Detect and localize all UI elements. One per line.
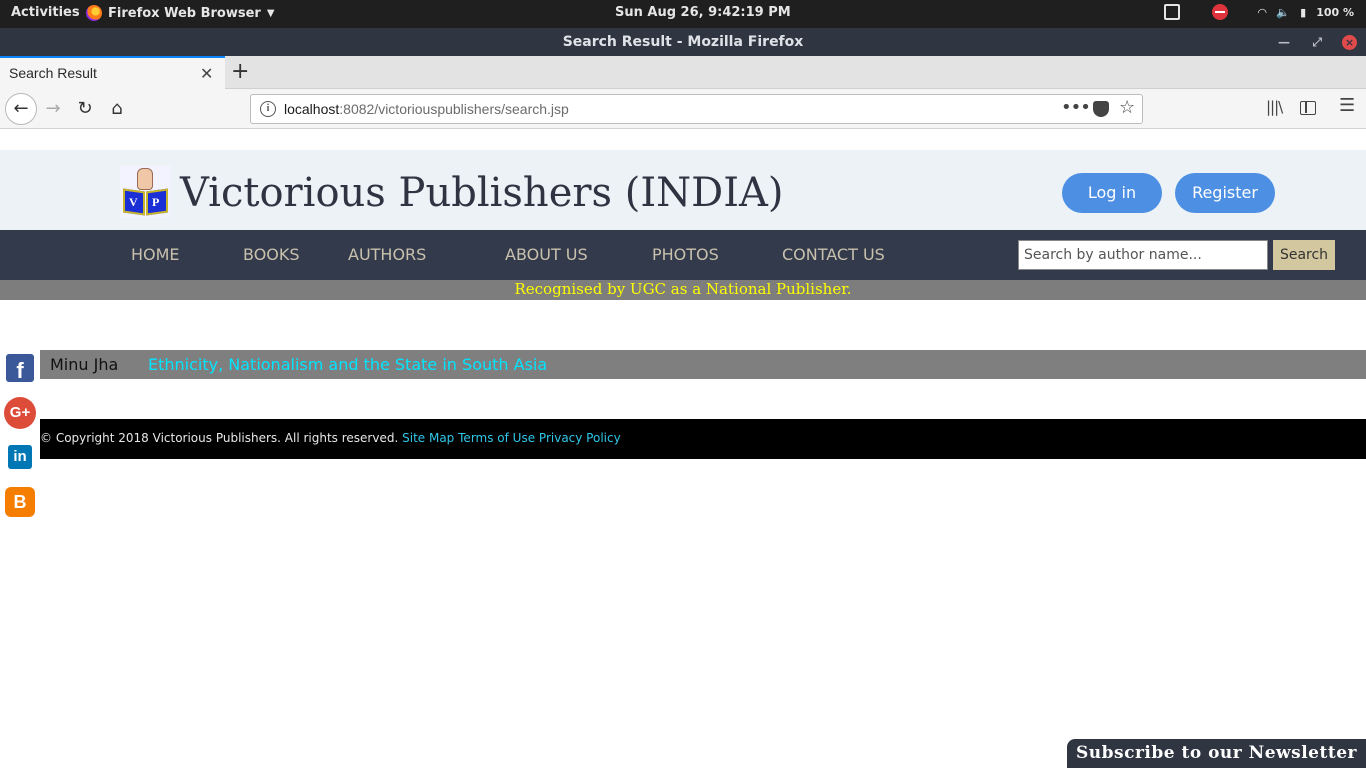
facebook-icon[interactable]: f (6, 354, 34, 383)
url-text[interactable]: localhost:8082/victoriouspublishers/sear… (284, 101, 569, 117)
url-bar[interactable]: i localhost:8082/victoriouspublishers/se… (250, 94, 1143, 124)
site-header: V P Victorious Publishers (INDIA) Log in… (0, 150, 1366, 230)
author-search-input[interactable] (1018, 240, 1268, 270)
site-footer: © Copyright 2018 Victorious Publishers. … (40, 419, 1366, 459)
footer-link-site-map[interactable]: Site Map (402, 431, 454, 445)
result-row: Minu Jha Ethnicity, Nationalism and the … (40, 350, 1366, 379)
site-info-icon[interactable]: i (260, 101, 276, 117)
battery-icon: ▮ (1300, 5, 1307, 19)
result-author[interactable]: Minu Jha (50, 355, 118, 374)
window-title: Search Result - Mozilla Firefox (562, 34, 804, 50)
window-close-icon[interactable]: × (1342, 35, 1357, 50)
copyright-text: © Copyright 2018 Victorious Publishers. … (40, 431, 399, 445)
restore-icon[interactable]: ⤢ (1312, 28, 1322, 56)
minimize-icon[interactable]: — (1278, 28, 1290, 56)
tab-search-result[interactable]: Search Result ✕ (0, 56, 225, 89)
pocket-icon[interactable] (1093, 101, 1109, 117)
nav-books[interactable]: BOOKS (243, 245, 300, 264)
nav-contact-us[interactable]: CONTACT US (782, 245, 885, 264)
recognition-banner: Recognised by UGC as a National Publishe… (0, 280, 1366, 300)
cpu-indicator-icon (1163, 4, 1180, 20)
url-host: localhost (284, 101, 340, 117)
hamburger-menu-icon[interactable]: ☰ (1339, 95, 1355, 116)
wifi-icon: ◠ (1257, 5, 1267, 19)
result-title-link[interactable]: Ethnicity, Nationalism and the State in … (148, 355, 547, 374)
blogger-icon[interactable]: B (5, 487, 35, 517)
linkedin-icon[interactable]: in (8, 445, 32, 469)
register-button[interactable]: Register (1175, 173, 1275, 213)
back-icon[interactable]: ← (5, 93, 37, 125)
new-tab-icon[interactable]: + (231, 59, 249, 84)
sidebar-toggle-icon[interactable] (1300, 101, 1316, 115)
tab-title: Search Result (9, 65, 97, 81)
system-top-bar: Activities Firefox Web Browser ▼ Sun Aug… (0, 0, 1366, 28)
nav-about-us[interactable]: ABOUT US (505, 245, 588, 264)
do-not-disturb-icon (1211, 4, 1228, 20)
clock[interactable]: Sun Aug 26, 9:42:19 PM (615, 5, 791, 20)
nav-authors[interactable]: AUTHORS (348, 245, 426, 264)
site-nav: HOME BOOKS AUTHORS ABOUT US PHOTOS CONTA… (0, 230, 1366, 280)
bookmark-star-icon[interactable]: ☆ (1119, 97, 1135, 118)
victory-hand-icon (137, 168, 153, 190)
volume-icon: 🔈 (1276, 5, 1291, 19)
tab-close-icon[interactable]: ✕ (200, 64, 213, 83)
window-titlebar: Search Result - Mozilla Firefox — ⤢ × (0, 28, 1366, 56)
tab-strip: Search Result ✕ + (0, 56, 1366, 89)
footer-link-terms[interactable]: Terms of Use (458, 431, 535, 445)
page-actions-icon[interactable]: ••• (1061, 97, 1091, 118)
footer-text: © Copyright 2018 Victorious Publishers. … (40, 431, 621, 445)
newsletter-subscribe-tab[interactable]: Subscribe to our Newsletter (1067, 739, 1366, 768)
navigation-toolbar: ← → ↻ ⌂ i localhost:8082/victoriouspubli… (0, 89, 1366, 129)
system-tray[interactable]: ◠ 🔈 ▮ 100 % (1163, 4, 1354, 20)
chevron-down-icon: ▼ (266, 7, 275, 19)
site-title: Victorious Publishers (INDIA) (180, 170, 784, 216)
site-logo[interactable]: V P (120, 166, 171, 217)
library-icon[interactable]: |||\ (1266, 98, 1283, 116)
battery-percent: 100 % (1316, 5, 1354, 19)
search-button[interactable]: Search (1273, 240, 1335, 270)
login-button[interactable]: Log in (1062, 173, 1162, 213)
nav-photos[interactable]: PHOTOS (652, 245, 719, 264)
nav-home[interactable]: HOME (131, 245, 180, 264)
forward-icon[interactable]: → (39, 95, 67, 123)
footer-link-privacy[interactable]: Privacy Policy (539, 431, 621, 445)
reload-icon[interactable]: ↻ (71, 95, 99, 123)
app-menu[interactable]: Firefox Web Browser ▼ (86, 5, 275, 21)
home-icon[interactable]: ⌂ (103, 95, 131, 123)
google-plus-icon[interactable]: G+ (4, 397, 36, 429)
firefox-icon (86, 5, 102, 21)
activities-button[interactable]: Activities (11, 5, 80, 20)
web-page: V P Victorious Publishers (INDIA) Log in… (0, 130, 1366, 768)
url-path: :8082/victoriouspublishers/search.jsp (339, 101, 569, 117)
app-menu-label: Firefox Web Browser (108, 5, 261, 21)
